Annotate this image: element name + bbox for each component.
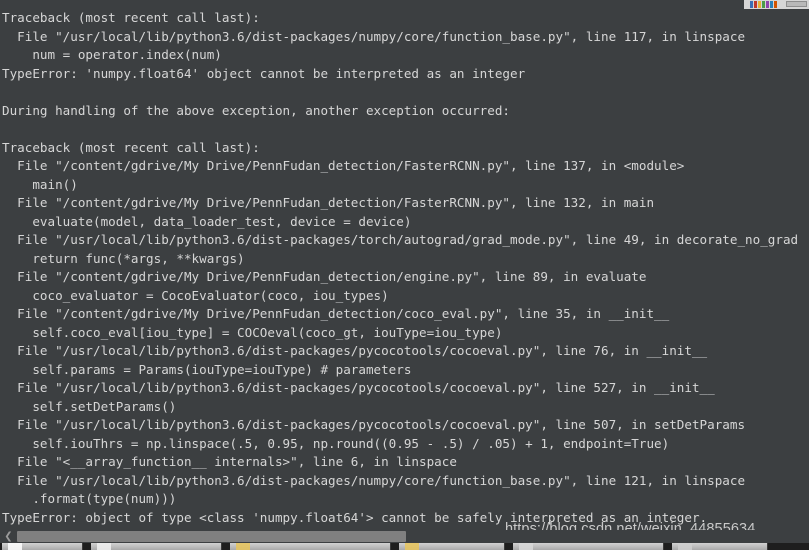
taskbar-app-icon (236, 543, 250, 550)
console-line: File "/usr/local/lib/python3.6/dist-pack… (2, 232, 799, 247)
console-line: File "<__array_function__ internals>", l… (2, 454, 457, 469)
console-line: File "/content/gdrive/My Drive/PennFudan… (2, 195, 655, 210)
console-line: evaluate(model, data_loader_test, device… (2, 213, 412, 229)
console-line: self.coco_eval[iou_type] = COCOeval(coco… (2, 324, 503, 340)
toolbar-icon-6[interactable] (770, 1, 773, 8)
console-line: self.params = Params(iouType=iouType) # … (2, 361, 412, 377)
taskbar-gap (391, 543, 399, 550)
console-line: File "/content/gdrive/My Drive/PennFudan… (2, 158, 685, 173)
console-line: .format(type(num))) (2, 491, 177, 506)
console-line: Traceback (most recent call last): (2, 10, 260, 25)
console-line: File "/usr/local/lib/python3.6/dist-pack… (2, 417, 746, 432)
scroll-left-arrow-icon[interactable]: ❮ (0, 530, 17, 543)
console-line: Traceback (most recent call last): (2, 139, 260, 155)
taskbar-app-icon (8, 543, 22, 550)
taskbar-app-icon (678, 543, 692, 550)
taskbar-gap (664, 543, 672, 550)
taskbar-item-1[interactable] (2, 543, 83, 550)
console-line: self.setDetParams() (2, 398, 177, 414)
toolbar-icon-2[interactable] (754, 1, 757, 8)
toolbar-icon-7[interactable] (774, 1, 777, 8)
console-line: File "/usr/local/lib/python3.6/dist-pack… (2, 343, 708, 358)
console-line: File "/content/gdrive/My Drive/PennFudan… (2, 306, 670, 321)
console-line: File "/usr/local/lib/python3.6/dist-pack… (2, 380, 715, 395)
taskbar-item-2[interactable] (91, 543, 222, 550)
taskbar-item-5[interactable] (513, 543, 664, 550)
console-line: self.iouThrs = np.linspace(.5, 0.95, np.… (2, 435, 670, 451)
taskbar-gap (83, 543, 91, 550)
taskbar-item-6[interactable] (672, 543, 768, 550)
console-line: return func(*args, **kwargs) (2, 250, 245, 266)
taskbar-app-icon (405, 543, 419, 550)
top-strip (0, 0, 809, 10)
taskbar-item-3[interactable] (230, 543, 391, 550)
console-line: coco_evaluator = CocoEvaluator(coco, iou… (2, 287, 389, 303)
taskbar-app-icon (97, 543, 111, 550)
os-taskbar[interactable] (0, 543, 809, 550)
toolbar-icon-5[interactable] (766, 1, 769, 8)
console-line: main() (2, 176, 78, 192)
horizontal-scrollbar[interactable]: ❮ (0, 530, 809, 543)
screen-root: Traceback (most recent call last): File … (0, 0, 809, 550)
taskbar-item-4[interactable] (399, 543, 505, 550)
console-line: File "/usr/local/lib/python3.6/dist-pack… (2, 472, 746, 488)
toolbar-icon-1[interactable] (750, 1, 753, 8)
console-output[interactable]: Traceback (most recent call last): File … (0, 9, 809, 526)
console-line: During handling of the above exception, … (2, 102, 510, 118)
console-line: File "/usr/local/lib/python3.6/dist-pack… (2, 28, 746, 44)
console-line: File "/content/gdrive/My Drive/PennFudan… (2, 269, 647, 284)
toolbar-icon-cluster (750, 1, 780, 8)
scrollbar-thumb[interactable] (17, 531, 406, 542)
taskbar-app-icon (519, 543, 533, 550)
console-line: num = operator.index(num) (2, 47, 222, 62)
toolbar-input-fragment[interactable] (786, 1, 807, 7)
console-line: TypeError: 'numpy.float64' object cannot… (2, 65, 526, 81)
toolbar-icon-4[interactable] (762, 1, 765, 8)
taskbar-gap (222, 543, 230, 550)
toolbar-icon-3[interactable] (758, 1, 761, 8)
taskbar-gap (505, 543, 513, 550)
